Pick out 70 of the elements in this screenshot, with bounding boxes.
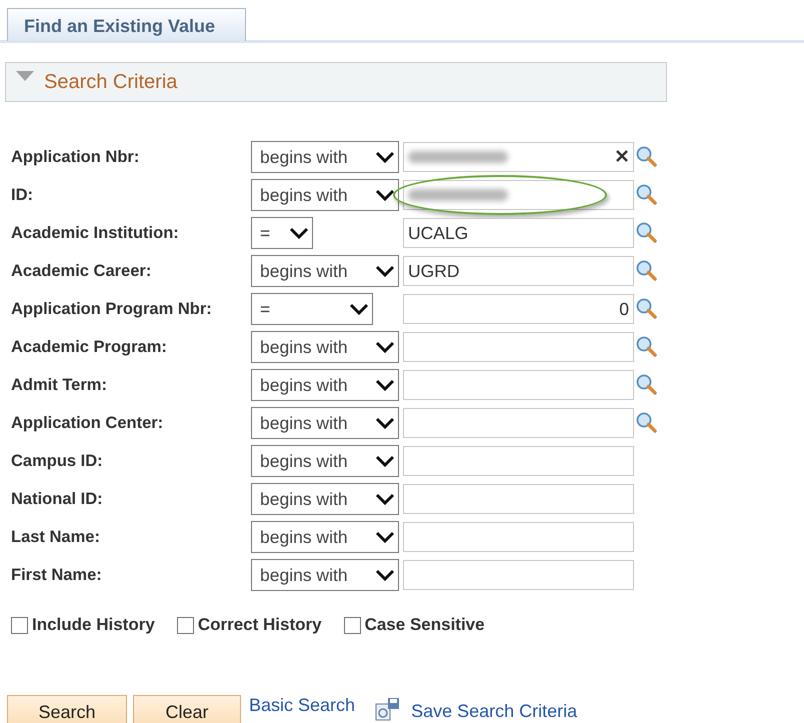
section-title[interactable]: Search Criteria <box>44 70 178 94</box>
chevron-icon <box>289 227 309 239</box>
link[interactable]: Basic Search <box>249 695 356 715</box>
field-label: Academic Career: <box>10 262 152 280</box>
operator-dropdown[interactable]: begins with <box>251 407 399 439</box>
search-icon[interactable] <box>636 222 658 244</box>
operator-dropdown[interactable]: begins with <box>251 521 399 553</box>
chevron-icon <box>349 303 369 315</box>
field-label: Last Name: <box>10 528 101 546</box>
link[interactable]: Save Search Criteria <box>411 701 578 722</box>
field-label: Application Program Nbr: <box>10 300 213 318</box>
input-field[interactable]: UGRD <box>403 256 634 286</box>
field-label: Admit Term: <box>10 376 108 394</box>
checkbox-label[interactable]: Case Sensitive <box>364 615 485 635</box>
collapse-triangle-icon[interactable] <box>16 71 34 81</box>
operator-dropdown[interactable]: begins with <box>251 483 399 515</box>
operator-dropdown[interactable]: begins with <box>251 445 399 477</box>
input-field[interactable] <box>403 180 634 210</box>
chevron-icon <box>375 531 395 543</box>
action-button[interactable]: Clear <box>133 695 241 723</box>
field-label: First Name: <box>10 566 103 584</box>
search-icon[interactable] <box>636 260 658 282</box>
chevron-icon <box>375 341 395 353</box>
save-search-icon[interactable] <box>375 696 402 720</box>
field-label: ID: <box>10 186 34 204</box>
chevron-icon <box>375 265 395 277</box>
operator-dropdown[interactable]: begins with <box>251 331 399 363</box>
checkbox[interactable] <box>344 616 361 634</box>
checkbox-label[interactable]: Include History <box>32 615 155 635</box>
field-label: National ID: <box>10 490 104 508</box>
chevron-icon <box>375 189 395 201</box>
chevron-icon <box>375 455 395 467</box>
search-icon[interactable] <box>636 374 658 396</box>
chevron-icon <box>375 417 395 429</box>
input-field[interactable] <box>403 560 634 590</box>
operator-dropdown[interactable]: begins with <box>251 141 399 173</box>
input-field[interactable]: UCALG <box>403 218 634 248</box>
checkbox-label[interactable]: Correct History <box>198 615 322 635</box>
chevron-icon <box>375 379 395 391</box>
input-field[interactable] <box>403 142 634 172</box>
input-field[interactable] <box>403 370 634 400</box>
checkbox[interactable] <box>176 616 194 634</box>
field-label: Application Nbr: <box>10 148 140 166</box>
input-field[interactable]: 0 <box>403 294 634 324</box>
field-label: Application Center: <box>10 414 164 432</box>
search-icon[interactable] <box>636 184 658 206</box>
chevron-icon <box>375 569 395 581</box>
chevron-icon <box>375 493 395 505</box>
operator-dropdown[interactable]: begins with <box>251 255 399 287</box>
tab[interactable]: Find an Existing Value <box>7 8 246 41</box>
search-icon[interactable] <box>636 336 658 358</box>
input-field[interactable] <box>403 522 634 552</box>
field-label: Academic Program: <box>10 338 168 356</box>
operator-dropdown[interactable]: begins with <box>251 559 399 591</box>
chevron-icon <box>375 151 395 163</box>
search-icon[interactable] <box>636 146 658 168</box>
operator-dropdown[interactable]: = <box>251 217 313 249</box>
search-icon[interactable] <box>636 412 658 434</box>
input-field[interactable] <box>403 446 634 476</box>
input-field[interactable] <box>403 332 634 362</box>
field-label: Campus ID: <box>10 452 104 470</box>
input-field[interactable] <box>403 484 634 514</box>
search-icon[interactable] <box>636 298 658 320</box>
operator-dropdown[interactable]: = <box>251 293 373 325</box>
action-button[interactable]: Search <box>7 695 127 723</box>
field-label: Academic Institution: <box>10 224 180 242</box>
operator-dropdown[interactable]: begins with <box>251 179 399 211</box>
operator-dropdown[interactable]: begins with <box>251 369 399 401</box>
input-field[interactable] <box>403 408 634 438</box>
checkbox[interactable] <box>11 616 28 634</box>
